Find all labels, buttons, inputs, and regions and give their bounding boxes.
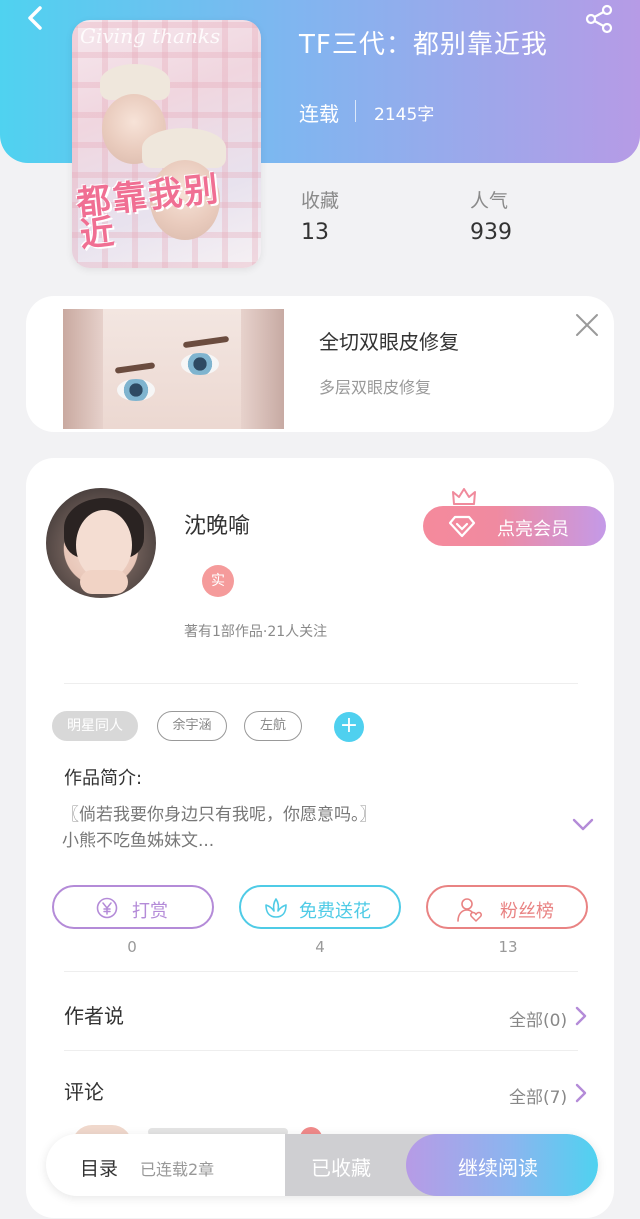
collected-label: 已收藏 — [311, 1156, 371, 1180]
share-button[interactable] — [584, 4, 616, 36]
vip-button[interactable]: 点亮会员 — [423, 506, 606, 546]
book-cover[interactable]: Giving thanks 都靠我别近 — [72, 20, 261, 268]
author-name[interactable]: 沈晚喻 — [184, 508, 250, 540]
tag-character[interactable]: 余宇涵 — [157, 711, 227, 741]
avatar-hand — [80, 570, 128, 594]
yen-icon — [96, 897, 118, 919]
intro-line: 小熊不吃鱼姊妹文... — [62, 831, 215, 851]
diamond-icon — [448, 515, 476, 538]
chevron-down-icon[interactable] — [572, 818, 594, 832]
ad-title: 全切双眼皮修复 — [319, 330, 459, 354]
reward-button[interactable]: 打赏 — [52, 885, 214, 929]
back-button[interactable] — [22, 4, 54, 36]
chapters-label: 已连载2章 — [140, 1160, 215, 1179]
book-title: TF三代：都别靠近我 — [299, 30, 548, 60]
main-card: 沈晚喻 实 著有1部作品·21人关注 点亮会员 明星同人 余宇涵 左航 + 作品… — [26, 458, 614, 1218]
favorites-label: 收藏 — [301, 190, 340, 212]
divider — [64, 971, 578, 972]
reward-label: 打赏 — [132, 901, 168, 922]
comments-title: 评论 — [64, 1080, 104, 1104]
word-count: 2145字 — [374, 105, 435, 125]
ad-image — [63, 309, 284, 429]
flower-count: 4 — [315, 938, 325, 956]
flower-icon — [265, 898, 287, 918]
ad-subtitle: 多层双眼皮修复 — [319, 378, 432, 397]
fans-ranking-label: 粉丝榜 — [500, 901, 554, 922]
fans-ranking-button[interactable]: 粉丝榜 — [426, 885, 588, 929]
book-status: 连载 — [299, 102, 339, 126]
ad-eye-left — [117, 379, 155, 401]
ad-close-button[interactable] — [572, 310, 602, 340]
chevron-right-icon[interactable] — [574, 1006, 588, 1026]
close-icon — [576, 314, 598, 336]
reward-count: 0 — [127, 938, 137, 956]
popularity-label: 人气 — [470, 190, 509, 212]
verified-badge: 实 — [202, 565, 234, 597]
vip-label: 点亮会员 — [497, 519, 569, 540]
intro-label: 作品简介: — [64, 768, 143, 789]
intro-line: 〖倘若我要你身边只有我呢，你愿意吗。〗 — [62, 805, 377, 825]
ad-card[interactable]: 全切双眼皮修复 多层双眼皮修复 — [26, 296, 614, 432]
author-avatar[interactable] — [46, 488, 156, 598]
tag-category[interactable]: 明星同人 — [52, 711, 138, 741]
share-icon — [585, 4, 613, 34]
bottom-action-bar: 目录 已连载2章 已收藏 继续阅读 — [46, 1134, 598, 1196]
chevron-left-icon — [28, 6, 42, 30]
toc-button[interactable]: 目录 — [80, 1154, 118, 1181]
free-flower-label: 免费送花 — [299, 901, 371, 922]
popularity-value: 939 — [470, 220, 512, 245]
cover-watermark: Giving thanks — [80, 24, 221, 48]
ad-eye-right — [181, 353, 219, 375]
crown-icon — [452, 488, 476, 505]
divider — [64, 683, 578, 684]
add-tag-button[interactable]: + — [334, 712, 364, 742]
intro-text: 〖倘若我要你身边只有我呢，你愿意吗。〗 小熊不吃鱼姊妹文... — [62, 802, 542, 854]
chevron-right-icon[interactable] — [574, 1083, 588, 1103]
tag-character[interactable]: 左航 — [244, 711, 302, 741]
comments-all-link[interactable]: 全部(7) — [509, 1083, 567, 1108]
author-meta: 著有1部作品·21人关注 — [184, 624, 328, 640]
author-says-title: 作者说 — [64, 1004, 124, 1028]
continue-reading-label: 继续阅读 — [458, 1156, 538, 1180]
status-separator — [355, 100, 356, 122]
favorites-value: 13 — [301, 220, 329, 245]
user-heart-icon — [457, 898, 482, 922]
divider — [64, 1050, 578, 1051]
continue-reading-button[interactable]: 继续阅读 — [406, 1134, 598, 1196]
author-says-all-link[interactable]: 全部(0) — [509, 1006, 567, 1031]
free-flower-button[interactable]: 免费送花 — [239, 885, 401, 929]
fans-count: 13 — [498, 938, 518, 956]
